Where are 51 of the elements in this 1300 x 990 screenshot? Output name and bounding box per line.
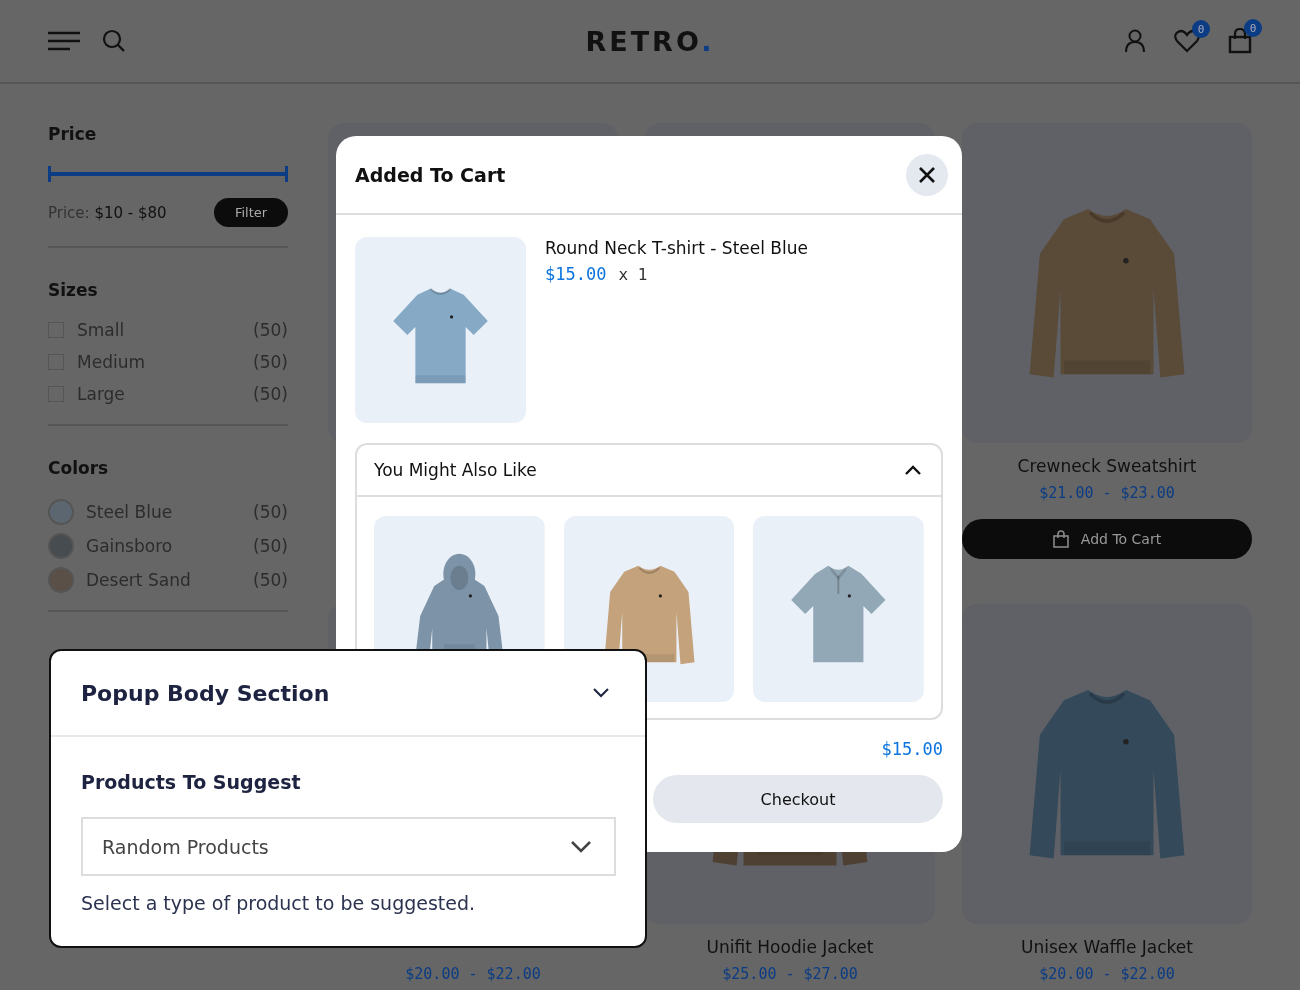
product-name[interactable]: Unisex Waffle Jacket xyxy=(1021,937,1193,957)
product-price: $21.00 - $23.00 xyxy=(1039,484,1175,502)
menu-icon[interactable] xyxy=(48,31,80,51)
quantity: x 1 xyxy=(618,265,648,284)
panel-title: Popup Body Section xyxy=(81,680,330,706)
size-option-label[interactable]: Small xyxy=(77,320,254,340)
checkout-button[interactable]: Checkout xyxy=(653,775,943,823)
bag-icon xyxy=(1052,530,1069,548)
chevron-down-icon xyxy=(570,840,592,853)
filter-button[interactable]: Filter xyxy=(214,198,288,227)
chevron-down-icon[interactable] xyxy=(593,688,609,698)
product-price: $25.00 - $27.00 xyxy=(722,965,858,983)
size-option-label[interactable]: Large xyxy=(77,384,254,404)
search-icon[interactable] xyxy=(102,29,126,53)
product-name: Round Neck T-shirt - Steel Blue xyxy=(545,238,808,258)
product-price: $20.00 - $22.00 xyxy=(405,965,541,983)
product-price: $20.00 - $22.00 xyxy=(1039,965,1175,983)
section-heading: Price xyxy=(48,123,98,145)
section-heading: Colors xyxy=(48,457,110,479)
color-swatch[interactable] xyxy=(48,567,74,593)
color-swatch[interactable] xyxy=(48,499,74,525)
close-icon xyxy=(918,165,936,184)
product-name[interactable]: Crewneck Sweatshirt xyxy=(1017,456,1197,476)
product-price: $15.00 xyxy=(545,264,607,284)
heart-icon[interactable] xyxy=(1174,29,1200,53)
product-name[interactable]: Unifit Hoodie Jacket xyxy=(706,937,874,957)
products-select[interactable]: Random Products xyxy=(81,817,616,876)
item-count: (50) xyxy=(253,384,288,404)
color-swatch[interactable] xyxy=(48,533,74,559)
item-count: (50) xyxy=(253,570,288,590)
total-price: $15.00 xyxy=(881,739,943,759)
close-button[interactable] xyxy=(906,153,948,196)
dialog-title: Added To Cart xyxy=(355,163,506,186)
section-heading: Sizes xyxy=(48,279,99,301)
size-option-label[interactable]: Medium xyxy=(77,352,254,372)
accordion-header[interactable]: You Might Also Like xyxy=(357,445,941,497)
color-option-label[interactable]: Desert Sand xyxy=(86,570,254,590)
help-text: Select a type of product to be suggested. xyxy=(81,892,477,914)
cart-count-badge: 0 xyxy=(1244,19,1262,37)
item-count: (50) xyxy=(253,502,288,522)
color-option-label[interactable]: Steel Blue xyxy=(86,502,254,522)
color-option-label[interactable]: Gainsboro xyxy=(86,536,254,556)
bag-icon[interactable] xyxy=(1228,28,1252,54)
user-icon[interactable] xyxy=(1124,29,1146,53)
wishlist-count-badge: 0 xyxy=(1192,20,1210,38)
field-label: Products To Suggest xyxy=(81,771,302,793)
logo[interactable]: RETRO. xyxy=(585,25,715,57)
item-count: (50) xyxy=(253,536,288,556)
item-count: (50) xyxy=(253,352,288,372)
item-count: (50) xyxy=(253,320,288,340)
add-to-cart-button[interactable]: Add To Cart xyxy=(962,519,1252,559)
